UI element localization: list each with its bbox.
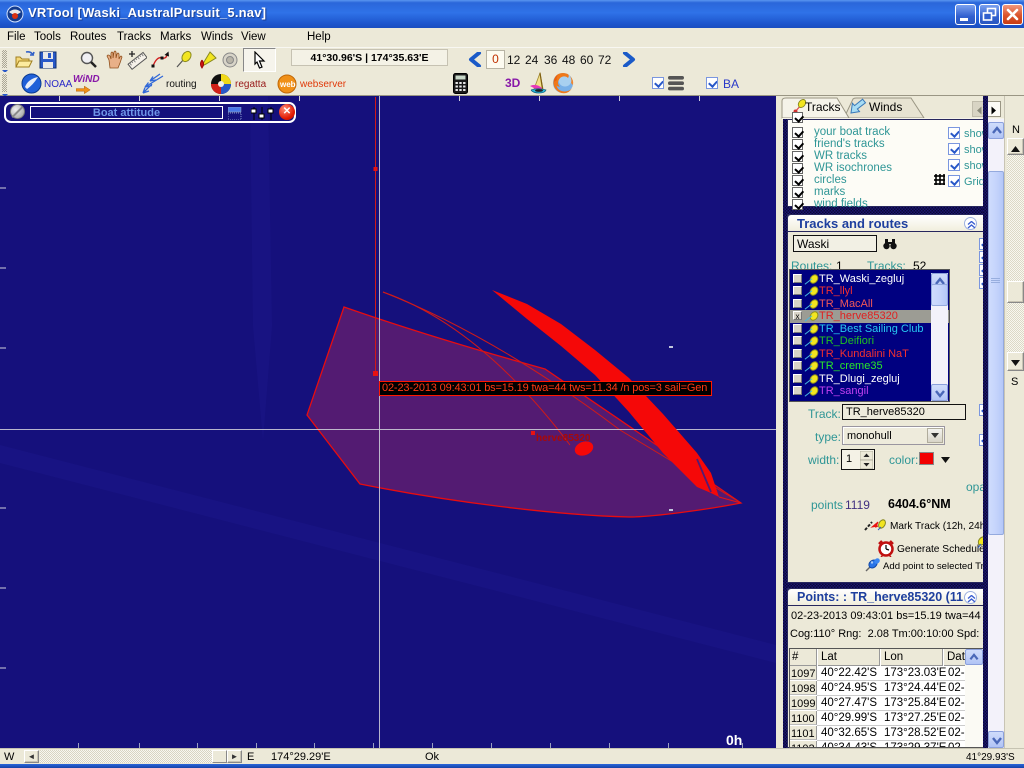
svg-text:web: web xyxy=(279,80,296,89)
